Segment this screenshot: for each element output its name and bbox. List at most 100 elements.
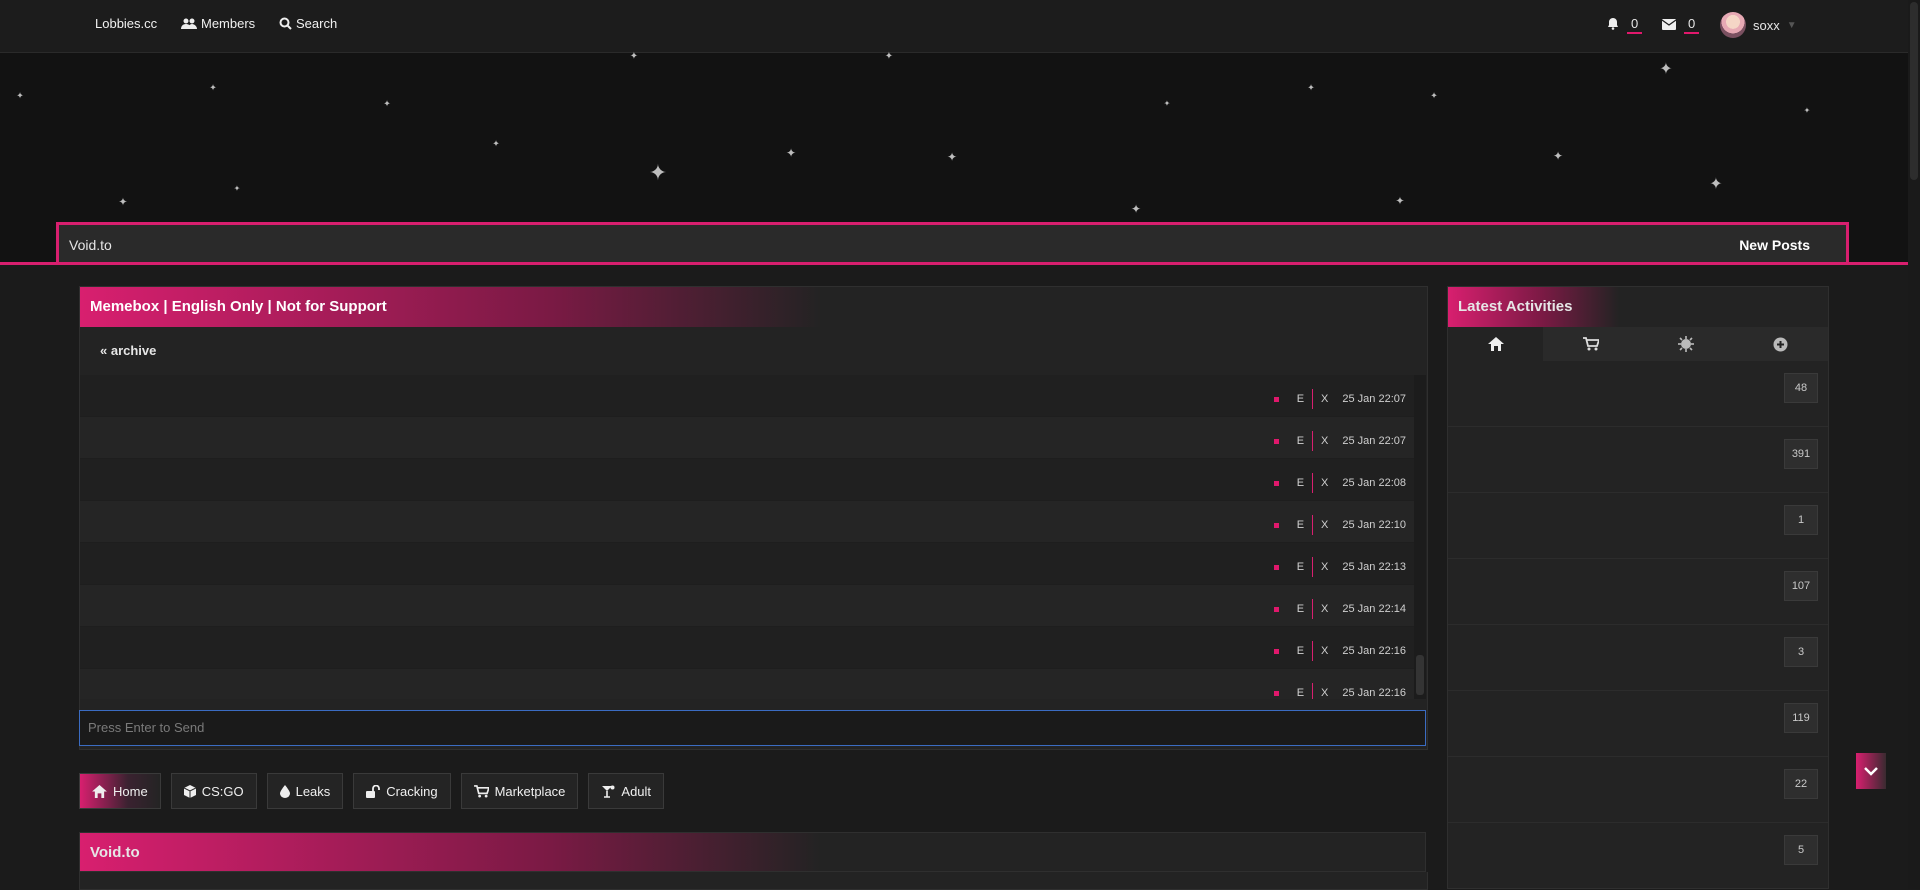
activity-tabs <box>1448 327 1828 361</box>
activity-count-badge: 3 <box>1784 637 1818 667</box>
delete-button[interactable]: X <box>1321 519 1328 531</box>
message-row: E X 25 Jan 22:07 <box>80 375 1414 417</box>
scroll-down-button[interactable] <box>1856 753 1886 789</box>
unlock-icon <box>366 784 381 798</box>
activity-row[interactable]: 391 <box>1448 427 1828 493</box>
notifications-button[interactable]: 0 <box>1607 16 1643 34</box>
delete-button[interactable]: X <box>1321 645 1328 657</box>
edit-button[interactable]: E <box>1297 603 1304 615</box>
delete-button[interactable]: X <box>1321 603 1328 615</box>
divider <box>1312 431 1314 451</box>
activity-list: 48 391 1 107 3 119 22 5 <box>1448 361 1828 888</box>
star-icon: ✦ <box>1659 61 1673 78</box>
delete-button[interactable]: X <box>1321 477 1328 489</box>
divider <box>1312 389 1314 409</box>
edit-button[interactable]: E <box>1297 477 1304 489</box>
message-timestamp: 25 Jan 22:07 <box>1342 435 1406 447</box>
status-dot-icon <box>1273 648 1279 654</box>
message-meta: E X 25 Jan 22:13 <box>1273 557 1406 577</box>
message-scrollbar[interactable] <box>1414 375 1426 699</box>
search-label: Search <box>296 16 338 31</box>
activity-count-badge: 391 <box>1784 439 1818 469</box>
category-label: Marketplace <box>494 783 566 799</box>
tab-home[interactable] <box>1448 327 1543 361</box>
edit-button[interactable]: E <box>1297 393 1304 405</box>
divider <box>1312 683 1314 699</box>
scrollbar-thumb[interactable] <box>1910 2 1918 180</box>
category-label: Home <box>113 783 148 799</box>
message-row: E X 25 Jan 22:14 <box>80 585 1414 627</box>
bell-icon <box>1607 17 1619 33</box>
category-label: Leaks <box>295 783 331 799</box>
status-dot-icon <box>1273 522 1279 528</box>
edit-button[interactable]: E <box>1297 687 1304 699</box>
category-button-adult[interactable]: Adult <box>588 773 665 809</box>
tab-sun[interactable] <box>1638 327 1733 361</box>
activity-row[interactable]: 107 <box>1448 559 1828 625</box>
tab-add[interactable] <box>1733 327 1828 361</box>
members-link[interactable]: Members <box>181 16 255 31</box>
activity-row[interactable]: 119 <box>1448 691 1828 757</box>
home-icon <box>92 784 107 798</box>
divider <box>1312 557 1314 577</box>
messages-button[interactable]: 0 <box>1661 16 1700 34</box>
divider <box>1312 473 1314 493</box>
activity-row[interactable]: 1 <box>1448 493 1828 559</box>
delete-button[interactable]: X <box>1321 687 1328 699</box>
page-scrollbar[interactable] <box>1908 0 1920 889</box>
delete-button[interactable]: X <box>1321 561 1328 573</box>
category-button-home[interactable]: Home <box>79 773 161 809</box>
delete-button[interactable]: X <box>1321 435 1328 447</box>
star-icon: ✦ <box>1803 106 1811 115</box>
forum-section-title: Void.to <box>79 832 1426 872</box>
edit-button[interactable]: E <box>1297 435 1304 447</box>
status-dot-icon <box>1273 690 1279 696</box>
edit-button[interactable]: E <box>1297 519 1304 531</box>
category-button-cracking[interactable]: Cracking <box>353 773 451 809</box>
shout-input[interactable]: Press Enter to Send <box>79 710 1426 746</box>
message-timestamp: 25 Jan 22:07 <box>1342 393 1406 405</box>
star-icon: ✦ <box>946 150 958 164</box>
star-icon: ✦ <box>16 90 24 101</box>
divider <box>1312 599 1314 619</box>
message-meta: E X 25 Jan 22:16 <box>1273 683 1406 699</box>
brand-label: Lobbies.cc <box>95 16 158 31</box>
message-meta: E X 25 Jan 22:07 <box>1273 431 1406 451</box>
message-row: E X 25 Jan 22:07 <box>80 417 1414 459</box>
search-link[interactable]: Search <box>279 16 337 31</box>
category-button-marketplace[interactable]: Marketplace <box>460 773 579 809</box>
category-button-leaks[interactable]: Leaks <box>266 773 344 809</box>
messages-count: 0 <box>1684 16 1700 34</box>
avatar <box>1720 12 1746 38</box>
message-meta: E X 25 Jan 22:16 <box>1273 641 1406 661</box>
message-timestamp: 25 Jan 22:16 <box>1342 645 1406 657</box>
brand-link[interactable]: Lobbies.cc <box>95 16 157 31</box>
category-button-cs-go[interactable]: CS:GO <box>170 773 257 809</box>
activity-row[interactable]: 22 <box>1448 757 1828 823</box>
archive-link[interactable]: « archive <box>100 343 156 358</box>
edit-button[interactable]: E <box>1297 645 1304 657</box>
new-posts-link[interactable]: New Posts <box>1739 237 1810 253</box>
breadcrumb-root[interactable]: Void.to <box>69 237 112 253</box>
star-icon: ✦ <box>1395 195 1405 208</box>
star-icon: ✦ <box>629 51 639 62</box>
user-menu[interactable]: soxx ▼ <box>1720 12 1797 38</box>
shoutbox-panel: Memebox | English Only | Not for Support… <box>79 286 1428 750</box>
drop-icon <box>279 784 290 798</box>
star-icon: ✦ <box>118 196 128 209</box>
notifications-count: 0 <box>1627 16 1643 34</box>
tab-marketplace[interactable] <box>1543 327 1638 361</box>
activity-row[interactable]: 5 <box>1448 823 1828 888</box>
delete-button[interactable]: X <box>1321 393 1328 405</box>
scrollbar-thumb[interactable] <box>1416 655 1424 695</box>
edit-button[interactable]: E <box>1297 561 1304 573</box>
category-label: Adult <box>621 783 652 799</box>
home-icon <box>1487 337 1504 351</box>
breadcrumb: Void.to New Posts <box>56 222 1849 262</box>
accent-divider <box>0 262 1920 265</box>
activity-count-badge: 1 <box>1784 505 1818 535</box>
message-row: E X 25 Jan 22:13 <box>80 543 1414 585</box>
activity-row[interactable]: 48 <box>1448 361 1828 427</box>
activity-row[interactable]: 3 <box>1448 625 1828 691</box>
star-icon: ✦ <box>1709 176 1723 193</box>
